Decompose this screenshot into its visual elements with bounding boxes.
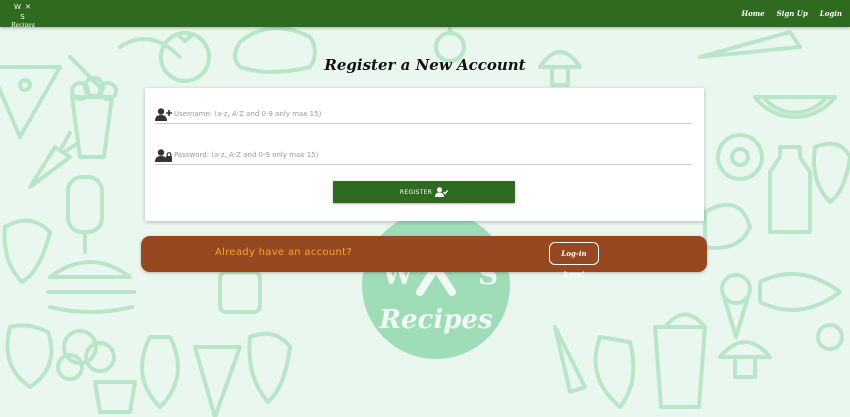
password-field — [155, 146, 692, 165]
page-title: Register a New Account — [324, 56, 526, 74]
username-input[interactable] — [174, 110, 674, 118]
nav-links: Home Sign Up Login — [741, 0, 842, 27]
user-plus-icon — [155, 107, 172, 121]
register-button[interactable]: REGISTER — [333, 181, 515, 203]
brand-mark: W ✕ S — [13, 3, 32, 21]
register-button-label: REGISTER — [399, 188, 433, 196]
recipes-watermark-logo: W S Recipes — [348, 210, 524, 360]
login-banner: Already have an account? Log-in here! — [141, 236, 707, 279]
already-have-account-text: Already have an account? — [215, 247, 352, 258]
nav-home-link[interactable]: Home — [741, 9, 764, 18]
register-form-card: REGISTER — [145, 88, 704, 221]
password-input[interactable] — [174, 151, 674, 159]
nav-login-link[interactable]: Login — [820, 9, 842, 18]
brand-logo[interactable]: W ✕ S Recipes — [10, 2, 36, 29]
watermark-text: Recipes — [378, 305, 493, 335]
brand-text: Recipes — [11, 22, 35, 29]
nav-signup-link[interactable]: Sign Up — [777, 9, 808, 18]
user-check-icon — [435, 187, 449, 197]
top-navbar: W ✕ S Recipes Home Sign Up Login — [0, 0, 850, 29]
login-here-button[interactable]: Log-in here! — [549, 242, 599, 279]
user-lock-icon — [155, 148, 172, 162]
username-field — [155, 105, 692, 124]
